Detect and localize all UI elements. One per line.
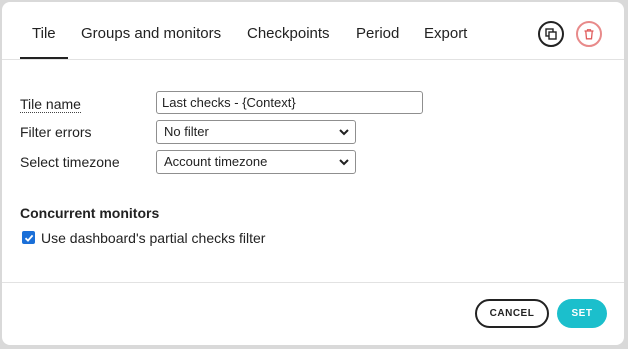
- tab-groups-and-monitors[interactable]: Groups and monitors: [81, 2, 221, 58]
- filter-errors-select[interactable]: No filter: [156, 120, 356, 144]
- partial-checks-filter-label[interactable]: Use dashboard's partial checks filter: [41, 230, 265, 246]
- chevron-down-icon: [339, 129, 349, 136]
- duplicate-tile-button[interactable]: [538, 21, 564, 47]
- chevron-down-icon: [339, 159, 349, 166]
- timezone-value: Account timezone: [164, 154, 268, 169]
- checkmark-icon: [24, 234, 33, 242]
- footer-divider: [2, 282, 624, 283]
- tab-tile[interactable]: Tile: [20, 2, 68, 59]
- cancel-button[interactable]: CANCEL: [475, 299, 549, 328]
- tile-settings-dialog: Tile Groups and monitors Checkpoints Per…: [2, 2, 624, 345]
- delete-tile-button[interactable]: [576, 21, 602, 47]
- tile-name-input[interactable]: [156, 91, 423, 114]
- tab-export[interactable]: Export: [424, 2, 467, 58]
- tab-bar: Tile Groups and monitors Checkpoints Per…: [2, 2, 624, 60]
- filter-errors-value: No filter: [164, 124, 209, 139]
- timezone-label: Select timezone: [20, 154, 120, 170]
- copy-icon: [545, 28, 557, 40]
- timezone-select[interactable]: Account timezone: [156, 150, 356, 174]
- tab-period[interactable]: Period: [356, 2, 399, 58]
- trash-icon: [584, 29, 594, 40]
- partial-checks-filter-checkbox[interactable]: [22, 231, 35, 244]
- tab-checkpoints[interactable]: Checkpoints: [247, 2, 330, 58]
- tile-name-label: Tile name: [20, 96, 81, 113]
- set-button[interactable]: SET: [557, 299, 607, 328]
- filter-errors-label: Filter errors: [20, 124, 92, 140]
- concurrent-monitors-heading: Concurrent monitors: [20, 205, 160, 221]
